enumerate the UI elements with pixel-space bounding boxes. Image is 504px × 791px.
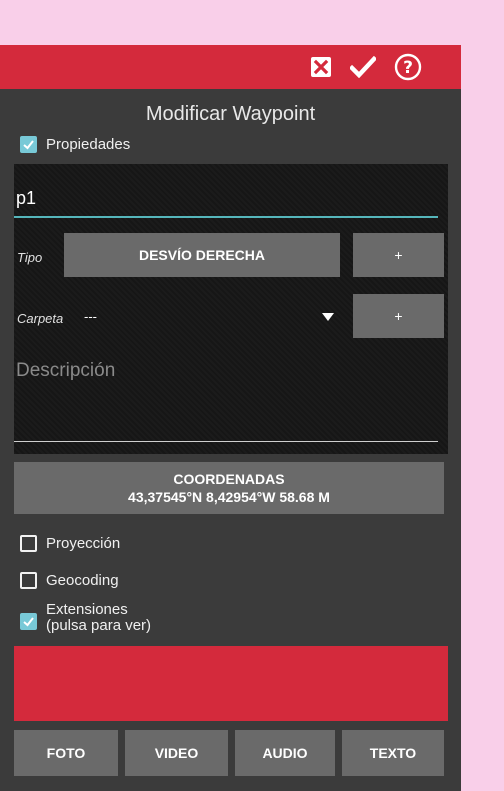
coordinates-value: 43,37545°N 8,42954°W 58.68 M (128, 489, 330, 505)
extensions-toggle[interactable]: Extensiones (pulsa para ver) (20, 602, 152, 634)
properties-checkbox[interactable] (20, 136, 37, 153)
checkmark-icon (23, 140, 34, 150)
properties-panel: p1 Tipo DESVÍO DERECHA + Carpeta --- + D… (14, 164, 448, 454)
geocoding-toggle[interactable]: Geocoding (20, 572, 119, 589)
extensions-checkbox[interactable] (20, 612, 37, 630)
waypoint-name-input[interactable]: p1 (14, 188, 440, 218)
media-buttons: FOTO VIDEO AUDIO TEXTO (14, 730, 448, 780)
text-button[interactable]: TEXTO (342, 730, 444, 776)
svg-text:?: ? (403, 58, 413, 78)
type-label: Tipo (17, 250, 43, 265)
page-title: Modificar Waypoint (145, 103, 316, 125)
extensions-label: Extensiones (46, 601, 128, 618)
projection-checkbox[interactable] (20, 535, 37, 552)
type-select-button[interactable]: DESVÍO DERECHA (64, 233, 340, 277)
checkmark-icon[interactable] (346, 50, 380, 84)
waypoint-editor: ? Modificar Waypoint Propiedades p1 Tipo… (0, 45, 461, 791)
folder-label: Carpeta (17, 311, 64, 326)
name-underline (14, 216, 438, 218)
extensions-hint: (pulsa para ver) (46, 617, 152, 634)
photo-button[interactable]: FOTO (14, 730, 118, 776)
checkmark-icon (23, 616, 34, 626)
top-toolbar: ? (0, 45, 461, 89)
geocoding-label: Geocoding (46, 571, 119, 589)
add-folder-button[interactable]: + (353, 294, 444, 338)
add-type-button[interactable]: + (353, 233, 444, 277)
properties-toggle[interactable]: Propiedades (20, 136, 130, 153)
chevron-down-icon (322, 313, 334, 321)
close-box-icon[interactable] (304, 50, 338, 84)
video-button[interactable]: VIDEO (125, 730, 228, 776)
folder-dropdown[interactable]: --- (84, 308, 334, 330)
geocoding-checkbox[interactable] (20, 572, 37, 589)
extensions-panel (14, 646, 448, 721)
description-underline (14, 441, 438, 442)
projection-label: Proyección (46, 534, 121, 552)
description-input[interactable]: Descripción (16, 360, 115, 382)
audio-button[interactable]: AUDIO (235, 730, 335, 776)
projection-toggle[interactable]: Proyección (20, 535, 120, 552)
folder-value: --- (84, 309, 97, 324)
properties-label: Propiedades (46, 135, 131, 153)
coordinates-button[interactable]: COORDENADAS 43,37545°N 8,42954°W 58.68 M (14, 462, 444, 514)
help-circle-icon[interactable]: ? (391, 50, 425, 84)
coordinates-title: COORDENADAS (173, 471, 285, 487)
